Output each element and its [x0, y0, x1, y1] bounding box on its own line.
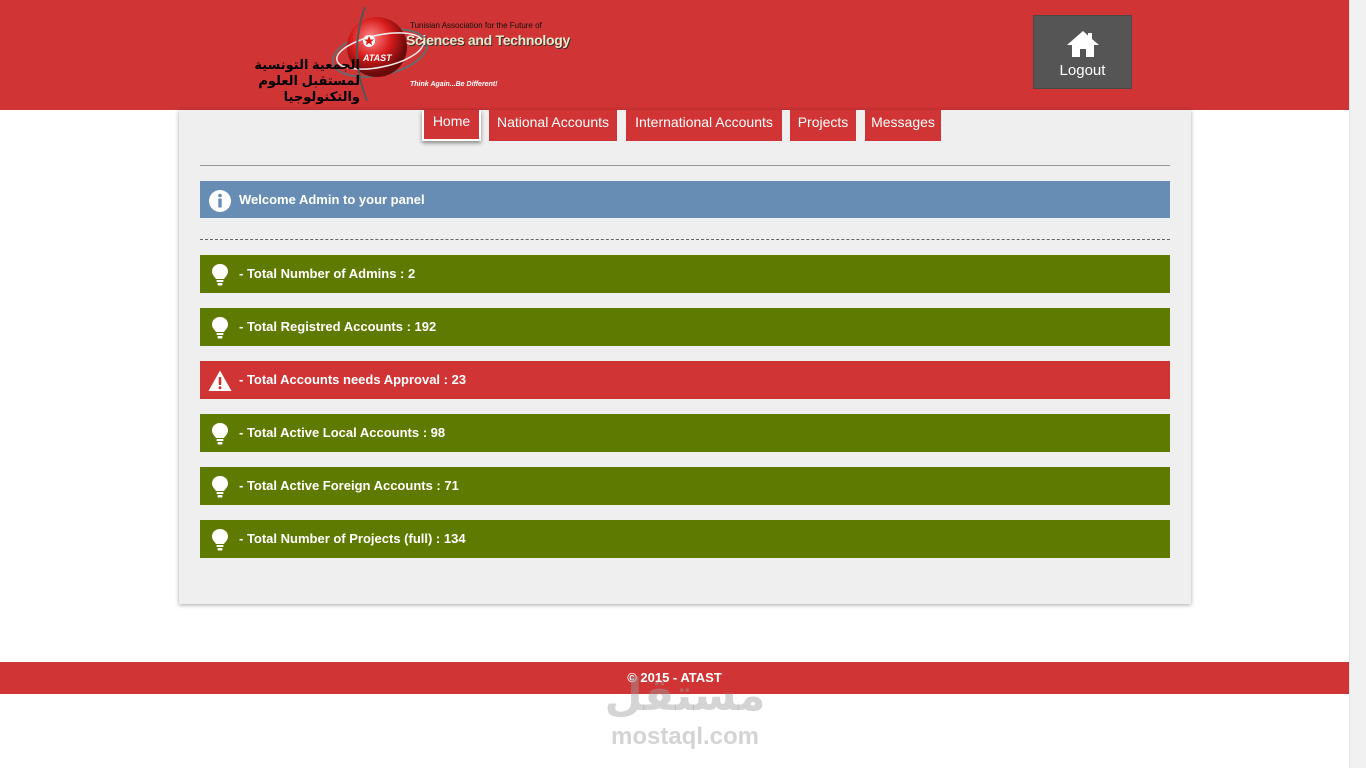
main-nav: Home National Accounts International Acc…	[0, 110, 1349, 142]
stat-text: - Total Active Foreign Accounts : 71	[239, 478, 459, 493]
logo-english-line2: Sciences and Technology	[406, 32, 570, 48]
dashed-divider	[200, 239, 1170, 240]
logout-button[interactable]: Logout	[1033, 15, 1132, 89]
atast-logo[interactable]: ATAST الجمعية التونسية لمستقبل العلوم وا…	[230, 5, 570, 105]
bulb-icon	[212, 423, 228, 445]
divider	[200, 165, 1170, 166]
logo-english-line1: Tunisian Association for the Future of	[410, 21, 542, 30]
stat-text: - Total Number of Admins : 2	[239, 266, 416, 281]
warning-icon	[208, 370, 232, 391]
svg-text:ATAST: ATAST	[362, 53, 393, 63]
watermark: مستقل mostaql.com	[600, 668, 770, 750]
logout-label: Logout	[1059, 62, 1106, 79]
vertical-scrollbar[interactable]	[1349, 0, 1366, 768]
bulb-icon	[212, 476, 228, 498]
stat-registered-accounts: - Total Registred Accounts : 192	[200, 308, 1170, 346]
stat-text: - Total Accounts needs Approval : 23	[239, 372, 467, 387]
bulb-icon	[212, 529, 228, 551]
bulb-icon	[212, 264, 228, 286]
stat-text: - Total Active Local Accounts : 98	[239, 425, 446, 440]
welcome-banner: Welcome Admin to your panel	[200, 181, 1170, 218]
welcome-text: Welcome Admin to your panel	[239, 192, 425, 207]
info-icon	[209, 190, 231, 212]
stat-text: - Total Number of Projects (full) : 134	[239, 531, 466, 546]
logo-arabic-text: الجمعية التونسية لمستقبل العلوم والتكنول…	[254, 57, 360, 104]
tab-messages[interactable]: Messages	[865, 110, 941, 141]
watermark-latin: mostaql.com	[610, 723, 760, 750]
stat-local-accounts: - Total Active Local Accounts : 98	[200, 414, 1170, 452]
tab-projects[interactable]: Projects	[790, 110, 856, 141]
tab-international-accounts[interactable]: International Accounts	[626, 110, 782, 141]
tab-home[interactable]: Home	[422, 110, 481, 141]
home-icon	[1066, 31, 1099, 57]
stat-pending-approval: - Total Accounts needs Approval : 23	[200, 361, 1170, 399]
logo-tagline: Think Again...Be Different!	[410, 81, 498, 88]
stat-admins: - Total Number of Admins : 2	[200, 255, 1170, 293]
stat-foreign-accounts: - Total Active Foreign Accounts : 71	[200, 467, 1170, 505]
stat-projects: - Total Number of Projects (full) : 134	[200, 520, 1170, 558]
stat-text: - Total Registred Accounts : 192	[239, 319, 437, 334]
tab-national-accounts[interactable]: National Accounts	[489, 110, 617, 141]
site-header: ATAST الجمعية التونسية لمستقبل العلوم وا…	[0, 0, 1349, 110]
bulb-icon	[212, 317, 228, 339]
watermark-arabic: مستقل	[604, 671, 766, 720]
